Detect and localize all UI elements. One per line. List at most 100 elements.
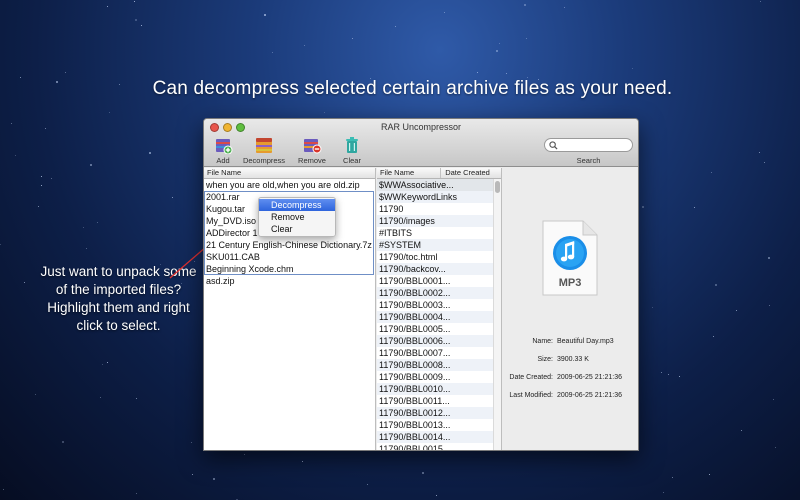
app-window: RAR Uncompressor Add Decompress Remove C… (203, 118, 639, 451)
table-row[interactable]: $WWAssociative... (377, 179, 493, 191)
star (140, 25, 142, 27)
context-menu-clear[interactable]: Clear (259, 223, 335, 235)
list-item[interactable]: SKU011.CAB (204, 251, 375, 263)
star (149, 152, 152, 155)
star (108, 111, 110, 113)
star (133, 1, 135, 3)
titlebar: RAR Uncompressor Add Decompress Remove C… (204, 119, 638, 167)
search-label: Search (576, 156, 601, 165)
contents-header[interactable]: File Name Date Created (377, 168, 501, 179)
contents-list: $WWAssociative... $WWKeywordLinks 11790 … (377, 179, 493, 450)
size-label: Size: (537, 356, 553, 363)
table-row[interactable]: 11790/BBL0013... (377, 419, 493, 431)
clear-button[interactable]: Clear (338, 136, 366, 165)
list-item[interactable]: 21 Century English-Chinese Dictionary.7z (204, 239, 375, 251)
star (96, 222, 98, 224)
star (136, 492, 138, 494)
table-row[interactable]: $WWKeywordLinks (377, 191, 493, 203)
star (651, 307, 653, 309)
table-row[interactable]: 11790/BBL0010... (377, 383, 493, 395)
archive-contents-pane: File Name Date Created $WWAssociative...… (377, 168, 502, 450)
add-label: Add (216, 156, 230, 165)
created-value: 2009-06-25 21:21:36 (557, 374, 622, 381)
star (774, 446, 776, 448)
star (40, 175, 42, 177)
file-type-label: MP3 (559, 277, 582, 289)
table-row[interactable]: 11790/BBL0012... (377, 407, 493, 419)
star (41, 184, 43, 186)
table-row[interactable]: 11790/BBL0014... (377, 431, 493, 443)
star (759, 151, 761, 153)
table-row[interactable]: 11790/BBL0011... (377, 395, 493, 407)
star (632, 68, 634, 70)
star (38, 206, 40, 208)
context-menu-remove[interactable]: Remove (259, 211, 335, 223)
table-row[interactable]: 11790/images (377, 215, 493, 227)
table-row[interactable]: 11790/BBL0008... (377, 359, 493, 371)
star (15, 154, 17, 156)
star (304, 45, 306, 47)
star (51, 177, 53, 179)
table-row[interactable]: 11790/BBL0003... (377, 299, 493, 311)
star (0, 243, 2, 245)
star (271, 52, 273, 54)
star (107, 361, 109, 363)
table-row[interactable]: #ITBITS (377, 227, 493, 239)
star (767, 257, 770, 260)
contents-scrollbar[interactable] (493, 179, 501, 450)
decompress-label: Decompress (242, 156, 286, 165)
table-row[interactable]: 11790/toc.html (377, 251, 493, 263)
table-row[interactable]: 11790/BBL0007... (377, 347, 493, 359)
star (741, 430, 743, 432)
decompress-button[interactable]: Decompress (242, 136, 286, 165)
search-icon (549, 141, 558, 150)
star (302, 461, 304, 463)
table-row[interactable]: 11790/BBL0001... (377, 275, 493, 287)
table-row[interactable]: 11790/BBL0002... (377, 287, 493, 299)
list-item[interactable]: when you are old,when you are old.zip (204, 179, 375, 191)
star (710, 172, 712, 174)
star (563, 7, 565, 9)
table-row[interactable]: 11790 (377, 203, 493, 215)
name-value: Beautiful Day.mp3 (557, 338, 614, 345)
star (523, 3, 526, 6)
star (436, 494, 438, 496)
star (244, 453, 246, 455)
star (352, 37, 354, 39)
table-row[interactable]: #SYSTEM (377, 239, 493, 251)
headline: Can decompress selected certain archive … (152, 78, 673, 99)
table-row[interactable]: 11790/BBL0006... (377, 335, 493, 347)
star (712, 335, 714, 337)
star (709, 473, 711, 475)
list-item[interactable]: Beginning Xcode.chm (204, 263, 375, 275)
table-row[interactable]: 11790/BBL0004... (377, 311, 493, 323)
table-row[interactable]: 11790/BBL0009... (377, 371, 493, 383)
star (136, 397, 138, 399)
star (395, 26, 397, 28)
decompress-icon (256, 138, 272, 153)
table-row[interactable]: 11790/BBL0005... (377, 323, 493, 335)
star (65, 71, 67, 73)
clear-icon (346, 137, 358, 153)
list-item[interactable]: asd.zip (204, 275, 375, 287)
context-menu-decompress[interactable]: Decompress (259, 199, 335, 211)
table-row[interactable]: 11790/backcov... (377, 263, 493, 275)
scrollbar-thumb[interactable] (495, 181, 500, 193)
archive-list-header[interactable]: File Name (204, 168, 375, 179)
remove-button[interactable]: Remove (296, 136, 328, 165)
name-label: Name: (532, 338, 553, 345)
star (90, 164, 93, 167)
search-input[interactable] (544, 138, 633, 152)
star (499, 43, 501, 45)
star (678, 375, 680, 377)
star (668, 373, 670, 375)
table-row[interactable]: 11790/BBL0015... (377, 443, 493, 450)
star (642, 206, 645, 209)
modified-value: 2009-06-25 21:21:36 (557, 392, 622, 399)
file-info-pane: MP3 Name: Beautiful Day.mp3 Size: 3900.3… (503, 168, 638, 450)
star (660, 371, 662, 373)
mp3-file-icon: MP3 (542, 220, 598, 296)
date-created-column-header: Date Created (440, 168, 490, 178)
add-button[interactable]: Add (210, 136, 236, 165)
file-name-column-header: File Name (207, 168, 242, 177)
